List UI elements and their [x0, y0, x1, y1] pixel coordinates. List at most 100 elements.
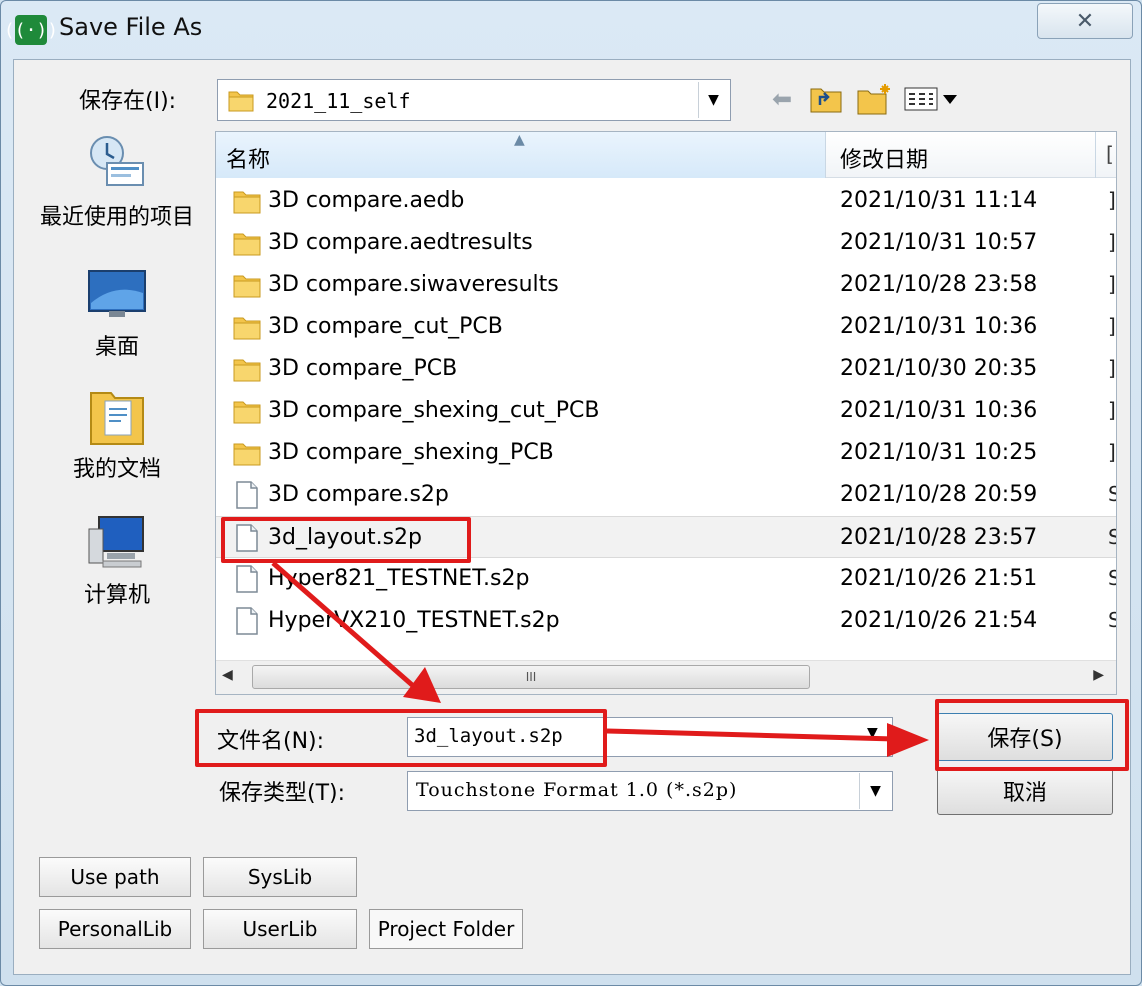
chevron-down-icon[interactable]: ▼	[859, 773, 891, 809]
chevron-down-icon[interactable]: ▼	[698, 82, 728, 118]
folder-icon	[232, 312, 262, 342]
save-in-combobox[interactable]: 2021_11_self ▼	[217, 79, 731, 121]
file-clipped-column: ]	[1108, 188, 1116, 212]
file-date: 2021/10/31 10:36	[840, 398, 1038, 423]
file-date: 2021/10/31 11:14	[840, 188, 1038, 213]
annotation-box-selected-file	[221, 517, 471, 563]
file-name: 3D compare_PCB	[268, 356, 458, 381]
save-in-label: 保存在(I):	[79, 89, 177, 114]
back-arrow-icon[interactable]: ⬅	[767, 83, 797, 115]
file-date: 2021/10/28 23:58	[840, 272, 1038, 297]
place-computer[interactable]: 计算机	[37, 511, 197, 609]
column-header-date[interactable]: 修改日期	[828, 132, 1096, 178]
place-my-documents[interactable]: 我的文档	[37, 385, 197, 483]
use-path-button[interactable]: Use path	[39, 857, 191, 897]
file-clipped-column: ]	[1108, 272, 1116, 296]
scroll-right-icon[interactable]: ▶	[1093, 667, 1104, 683]
file-clipped-column: S	[1108, 482, 1116, 506]
folder-icon	[232, 438, 262, 468]
place-desktop[interactable]: 桌面	[37, 263, 197, 361]
file-clipped-column: ]	[1108, 356, 1116, 380]
window-title: Save File As	[59, 13, 203, 41]
syslib-button[interactable]: SysLib	[203, 857, 357, 897]
file-date: 2021/10/28 20:59	[840, 482, 1038, 507]
file-name: 3D compare_cut_PCB	[268, 314, 503, 339]
sort-ascending-icon: ▲	[514, 132, 525, 148]
file-row[interactable]: 3D compare.s2p 2021/10/28 20:59 S	[216, 474, 1116, 516]
place-label: 最近使用的项目	[39, 205, 194, 230]
file-row[interactable]: HyperVX210_TESTNET.s2p 2021/10/26 21:54 S	[216, 600, 1116, 642]
personallib-button[interactable]: PersonalLib	[39, 909, 191, 949]
horizontal-scrollbar[interactable]: ◀ III ▶	[216, 660, 1116, 694]
my-documents-icon	[90, 392, 144, 445]
recent-items-icon	[90, 136, 144, 186]
file-row[interactable]: 3D compare.aedb 2021/10/31 11:14]	[216, 180, 1116, 222]
place-label: 我的文档	[72, 457, 161, 482]
file-list[interactable]: 名称 ▲ 修改日期 [ 3D compare.aedb 2021/10/31 11…	[215, 131, 1117, 695]
chevron-down-icon[interactable]: ▼	[867, 725, 878, 741]
file-row[interactable]: 3D compare_shexing_cut_PCB 2021/10/31 10:…	[216, 390, 1116, 432]
new-folder-icon[interactable]	[857, 83, 893, 115]
column-header-clipped[interactable]: [	[1106, 142, 1114, 166]
file-row[interactable]: 3D compare_shexing_PCB 2021/10/31 10:25]	[216, 432, 1116, 474]
file-icon	[232, 606, 262, 636]
save-file-dialog: ((·)) Save File As ✕ 保存在(I): 2021_11_sel…	[0, 0, 1142, 986]
file-row[interactable]: 3D compare_PCB 2021/10/30 20:35]	[216, 348, 1116, 390]
file-row[interactable]: 3D compare_cut_PCB 2021/10/31 10:36]	[216, 306, 1116, 348]
file-clipped-column: ]	[1108, 440, 1116, 464]
close-button[interactable]: ✕	[1037, 3, 1133, 39]
file-date: 2021/10/31 10:36	[840, 314, 1038, 339]
computer-icon	[88, 516, 144, 568]
save-in-value: 2021_11_self	[266, 89, 411, 113]
file-icon	[232, 564, 262, 594]
file-clipped-column: S	[1108, 566, 1116, 590]
file-date: 2021/10/31 10:57	[840, 230, 1038, 255]
file-icon	[232, 480, 262, 510]
folder-icon	[228, 91, 254, 112]
place-label: 计算机	[83, 583, 150, 608]
file-name: HyperVX210_TESTNET.s2p	[268, 608, 560, 633]
file-name: 3D compare.aedb	[268, 188, 465, 213]
file-row[interactable]: 3D compare.aedtresults 2021/10/31 10:57]	[216, 222, 1116, 264]
up-one-level-icon[interactable]	[809, 83, 843, 115]
file-date: 2021/10/26 21:51	[840, 566, 1038, 591]
filetype-select[interactable]: Touchstone Format 1.0 (*.s2p)	[407, 771, 893, 811]
cancel-button[interactable]: 取消	[937, 767, 1113, 815]
file-name: 3D compare.aedtresults	[268, 230, 533, 255]
project-folder-button[interactable]: Project Folder	[369, 909, 523, 949]
view-menu-icon[interactable]	[903, 83, 961, 115]
annotation-box-filename	[195, 709, 607, 767]
file-clipped-column: ]	[1108, 398, 1116, 422]
file-row[interactable]: Hyper821_TESTNET.s2p 2021/10/26 21:51 S	[216, 558, 1116, 600]
file-name: 3D compare.siwaveresults	[268, 272, 559, 297]
folder-icon	[232, 354, 262, 384]
signal-icon: ((·))	[4, 15, 58, 45]
folder-icon	[232, 270, 262, 300]
filetype-label: 保存类型(T):	[219, 781, 346, 806]
file-clipped-column: ]	[1108, 230, 1116, 254]
place-recent-items[interactable]: 最近使用的项目	[37, 133, 197, 231]
file-date: 2021/10/30 20:35	[840, 356, 1038, 381]
scrollbar-thumb[interactable]: III	[252, 665, 810, 689]
file-row[interactable]: 3D compare.siwaveresults 2021/10/28 23:58…	[216, 264, 1116, 306]
place-label: 桌面	[94, 335, 139, 360]
file-clipped-column: S	[1108, 525, 1116, 549]
annotation-box-save	[935, 699, 1129, 771]
file-name: 3D compare.s2p	[268, 482, 449, 507]
file-date: 2021/10/28 23:57	[840, 525, 1038, 550]
file-date: 2021/10/31 10:25	[840, 440, 1038, 465]
file-clipped-column: ]	[1108, 314, 1116, 338]
folder-icon	[232, 228, 262, 258]
scroll-left-icon[interactable]: ◀	[222, 667, 233, 683]
file-date: 2021/10/26 21:54	[840, 608, 1038, 633]
desktop-icon	[88, 270, 146, 317]
file-list-header: 名称 ▲ 修改日期 [	[216, 132, 1116, 178]
file-clipped-column: S	[1108, 608, 1116, 632]
userlib-button[interactable]: UserLib	[203, 909, 357, 949]
file-name: 3D compare_shexing_cut_PCB	[268, 398, 600, 423]
column-header-name[interactable]: 名称 ▲	[216, 132, 826, 178]
folder-icon	[232, 186, 262, 216]
file-name: Hyper821_TESTNET.s2p	[268, 566, 530, 591]
title-bar: ((·)) Save File As ✕	[1, 1, 1141, 59]
column-name-label: 名称	[226, 148, 271, 173]
